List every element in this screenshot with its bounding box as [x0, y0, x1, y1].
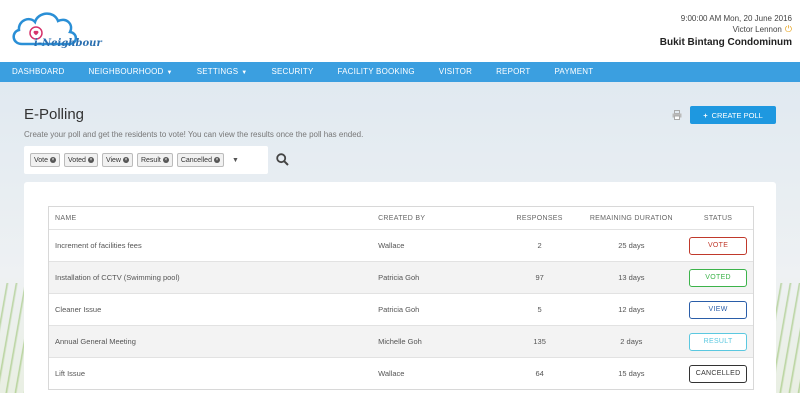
filter-chip-view[interactable]: View × [101, 153, 133, 167]
main-nav: DASHBOARD NEIGHBOURHOOD ▼ SETTINGS ▼ SECUR… [0, 62, 800, 82]
poll-remaining: 12 days [618, 305, 645, 314]
caret-down-icon[interactable]: ▼ [232, 157, 239, 164]
cloud-logo-icon[interactable] [8, 4, 86, 58]
caret-down-icon: ▼ [166, 69, 173, 76]
remove-icon[interactable]: × [122, 157, 129, 163]
poll-responses: 97 [535, 273, 544, 282]
status-button[interactable]: VOTE [689, 236, 748, 255]
poll-name: Increment of facilities fees [55, 241, 142, 250]
poll-remaining: 13 days [618, 273, 645, 282]
poll-created-by: Michelle Goh [378, 337, 422, 346]
user-name: Victor Lennon [732, 25, 782, 34]
table-header-row: NAME CREATED BY RESPONSES REMAINING DURA… [49, 207, 753, 229]
condominium-name: Bukit Bintang Condominum [659, 37, 792, 48]
column-header-responses[interactable]: RESPONSES [500, 215, 580, 222]
filter-chip-cancelled[interactable]: Cancelled × [176, 153, 224, 167]
poll-name: Annual General Meeting [55, 337, 136, 346]
poll-name: Installation of CCTV (Swimming pool) [55, 273, 180, 282]
remove-icon[interactable]: × [213, 157, 220, 163]
nav-payment[interactable]: PAYMENT [542, 62, 605, 82]
poll-responses: 2 [537, 241, 542, 250]
remove-icon[interactable]: × [50, 157, 57, 163]
poll-responses: 5 [537, 305, 542, 314]
column-header-created-by[interactable]: CREATED BY [374, 215, 500, 222]
nav-dashboard[interactable]: DASHBOARD [0, 62, 76, 82]
nav-security[interactable]: SECURITY [259, 62, 325, 82]
poll-remaining: 15 days [618, 369, 645, 378]
nav-neighbourhood[interactable]: NEIGHBOURHOOD ▼ [76, 62, 184, 83]
poll-created-by: Patricia Goh [378, 305, 420, 314]
poll-name: Cleaner Issue [55, 305, 102, 314]
poll-created-by: Wallace [378, 241, 405, 250]
poll-responses: 135 [533, 337, 546, 346]
filter-chip-vote[interactable]: Vote × [30, 153, 61, 167]
plus-icon: + [703, 110, 708, 120]
nav-facility-booking[interactable]: FACILITY BOOKING [326, 62, 427, 82]
column-header-status[interactable]: STATUS [683, 215, 753, 222]
status-button[interactable]: VOTED [689, 268, 748, 287]
table-row[interactable]: Lift Issue Wallace 64 15 days CANCELLED [49, 357, 753, 389]
page-title: E-Polling [24, 106, 85, 123]
power-icon[interactable]: ⏻ [785, 24, 792, 34]
page-subtitle: Create your poll and get the residents t… [24, 130, 364, 139]
caret-down-icon: ▼ [241, 69, 248, 76]
remove-icon[interactable]: × [162, 157, 169, 163]
poll-remaining: 25 days [618, 241, 645, 250]
nav-visitor[interactable]: VISITOR [427, 62, 484, 82]
logo-text: i-Neighbour [34, 38, 102, 49]
poll-name: Lift Issue [55, 369, 86, 378]
status-filter[interactable]: Vote × Voted × View × Result × Cancelled × ▼ [24, 146, 268, 174]
poll-responses: 64 [535, 369, 544, 378]
polls-table: NAME CREATED BY RESPONSES REMAINING DURA… [48, 206, 754, 390]
status-button[interactable]: CANCELLED [689, 364, 748, 383]
print-icon[interactable] [672, 110, 682, 120]
header-user-info: 9:00:00 AM Mon, 20 June 2016 Victor Lenn… [660, 14, 792, 50]
poll-created-by: Wallace [378, 369, 405, 378]
table-row[interactable]: Increment of facilities fees Wallace 2 2… [49, 229, 753, 261]
polls-card: NAME CREATED BY RESPONSES REMAINING DURA… [24, 182, 776, 393]
create-poll-button[interactable]: + CREATE POLL [690, 106, 776, 124]
nav-settings[interactable]: SETTINGS ▼ [185, 62, 260, 83]
top-header: i-Neighbour 9:00:00 AM Mon, 20 June 2016… [0, 0, 800, 62]
column-header-remaining[interactable]: REMAINING DURATION [580, 215, 684, 222]
table-row[interactable]: Cleaner Issue Patricia Goh 5 12 days VIE… [49, 293, 753, 325]
poll-remaining: 2 days [620, 337, 643, 346]
remove-icon[interactable]: × [87, 157, 94, 163]
current-datetime: 9:00:00 AM Mon, 20 June 2016 [680, 14, 792, 23]
status-button[interactable]: RESULT [689, 332, 748, 351]
filter-chip-result[interactable]: Result × [136, 153, 173, 167]
column-header-name[interactable]: NAME [49, 215, 374, 222]
status-button[interactable]: VIEW [689, 300, 748, 319]
table-row[interactable]: Installation of CCTV (Swimming pool) Pat… [49, 261, 753, 293]
table-row[interactable]: Annual General Meeting Michelle Goh 135 … [49, 325, 753, 357]
filter-chip-voted[interactable]: Voted × [64, 153, 98, 167]
search-icon[interactable] [276, 153, 289, 166]
poll-created-by: Patricia Goh [378, 273, 420, 282]
nav-report[interactable]: REPORT [484, 62, 542, 82]
